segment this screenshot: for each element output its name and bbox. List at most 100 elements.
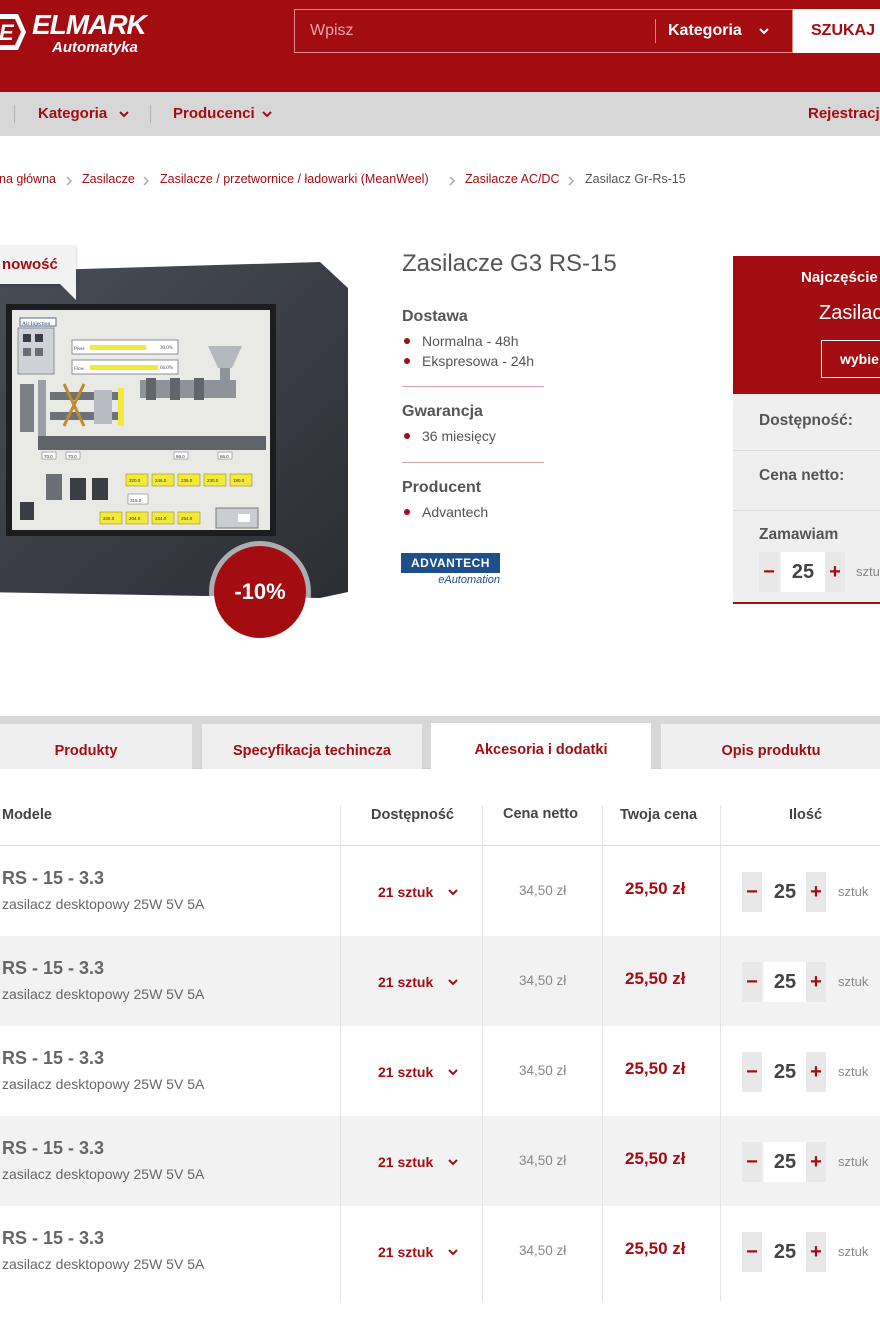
model-name[interactable]: RS - 15 - 3.3 bbox=[2, 868, 104, 889]
chevron-down-icon[interactable] bbox=[447, 886, 459, 898]
choose-button[interactable]: wybie bbox=[821, 340, 880, 378]
divider bbox=[733, 450, 880, 451]
increment-button[interactable]: + bbox=[806, 872, 826, 912]
tabs: Produkty Specyfikacja techincza Akcesori… bbox=[0, 716, 880, 770]
quantity-input[interactable]: 25 bbox=[764, 1232, 806, 1272]
quantity-input[interactable]: 25 bbox=[764, 1052, 806, 1092]
delivery-heading: Dostawa bbox=[402, 308, 468, 325]
unit-label: sztuk bbox=[838, 884, 869, 899]
unit-label: sztuk bbox=[838, 974, 869, 989]
decrement-button[interactable]: − bbox=[742, 872, 762, 912]
purchase-box-header: Najczęście Zasilac wybie bbox=[733, 256, 880, 394]
column-header-net-price: Cena netto bbox=[503, 806, 578, 822]
logo[interactable]: E ELMARK Automatyka bbox=[0, 6, 186, 62]
brand-logo-bottom: eAutomation bbox=[438, 574, 500, 586]
screen-value: 66.0 bbox=[176, 454, 185, 459]
model-name[interactable]: RS - 15 - 3.3 bbox=[2, 1048, 104, 1069]
chevron-down-icon[interactable] bbox=[447, 1156, 459, 1168]
quantity-input[interactable]: 25 bbox=[764, 872, 806, 912]
chevron-down-icon[interactable] bbox=[758, 25, 770, 37]
breadcrumb-current: Zasilacz Gr-Rs-15 bbox=[585, 172, 686, 186]
quantity-stepper: − 25 + bbox=[759, 552, 847, 592]
tab-specyfikacja[interactable]: Specyfikacja techincza bbox=[202, 724, 422, 769]
purchase-box: Najczęście Zasilac wybie Dostępność: Cen… bbox=[733, 256, 880, 604]
logo-badge-icon: E bbox=[0, 14, 26, 50]
net-price: 34,50 zł bbox=[519, 1063, 567, 1078]
availability-label: Dostępność: bbox=[759, 412, 853, 429]
availability-dropdown[interactable]: 21 sztuk bbox=[378, 884, 433, 900]
search-button[interactable]: SZUKAJ bbox=[793, 9, 880, 53]
your-price: 25,50 zł bbox=[625, 1059, 686, 1078]
screen-value: 70.0 bbox=[44, 454, 53, 459]
decrement-button[interactable]: − bbox=[759, 552, 779, 592]
increment-button[interactable]: + bbox=[806, 1142, 826, 1182]
table-row: RS - 15 - 3.3 zasilacz desktopowy 25W 5V… bbox=[0, 1206, 880, 1296]
quantity-input[interactable]: 25 bbox=[764, 962, 806, 1002]
tab-produkty[interactable]: Produkty bbox=[0, 724, 192, 769]
breadcrumb-item[interactable]: Zasilacze / przetwornice / ładowarki (Me… bbox=[160, 172, 429, 186]
breadcrumb-item-home[interactable]: na główna bbox=[0, 172, 56, 186]
availability-dropdown[interactable]: 21 sztuk bbox=[378, 1244, 433, 1260]
decrement-button[interactable]: − bbox=[742, 1142, 762, 1182]
model-name[interactable]: RS - 15 - 3.3 bbox=[2, 1138, 104, 1159]
screen-value: 205.0 bbox=[103, 516, 115, 521]
logo-subtitle: Automatyka bbox=[52, 39, 138, 56]
tab-akcesoria[interactable]: Akcesoria i dodatki bbox=[431, 723, 651, 770]
your-price: 25,50 zł bbox=[625, 1149, 686, 1168]
screen-value: 230.0 bbox=[207, 478, 219, 483]
availability-dropdown[interactable]: 21 sztuk bbox=[378, 974, 433, 990]
availability-dropdown[interactable]: 21 sztuk bbox=[378, 1154, 433, 1170]
search-category-select[interactable]: Kategoria bbox=[668, 9, 742, 53]
badge-tail bbox=[60, 284, 76, 300]
net-price-label: Cena netto: bbox=[759, 467, 845, 484]
breadcrumb-item[interactable]: Zasilacze AC/DC bbox=[465, 172, 559, 186]
chevron-right-icon bbox=[66, 176, 73, 186]
advantech-logo[interactable]: ADVANTECH eAutomation bbox=[401, 553, 501, 587]
unit-label: sztuk bbox=[838, 1244, 869, 1259]
search-divider bbox=[655, 19, 656, 43]
model-name[interactable]: RS - 15 - 3.3 bbox=[2, 1228, 104, 1249]
register-link[interactable]: Rejestracja bbox=[808, 92, 880, 136]
breadcrumb-item[interactable]: Zasilacze bbox=[82, 172, 135, 186]
screen-value: 204.0 bbox=[129, 516, 141, 521]
product-image[interactable]: Air Injection Press 30.0% Flow 66.0% 70.… bbox=[0, 262, 350, 598]
increment-button[interactable]: + bbox=[806, 1052, 826, 1092]
tab-opis[interactable]: Opis produktu bbox=[661, 724, 880, 769]
screen-value: 66.0 bbox=[220, 454, 229, 459]
quantity-stepper: − 25 + bbox=[742, 1052, 828, 1092]
increment-button[interactable]: + bbox=[806, 1232, 826, 1272]
increment-button[interactable]: + bbox=[806, 962, 826, 1002]
brand-logo-top: ADVANTECH bbox=[401, 553, 500, 573]
divider bbox=[402, 386, 544, 387]
warranty-item: 36 miesięcy bbox=[404, 428, 496, 444]
product-title: Zasilacze G3 RS-15 bbox=[402, 250, 617, 277]
svg-text:E: E bbox=[0, 20, 15, 45]
chevron-down-icon[interactable] bbox=[261, 108, 273, 120]
nav-item-producenci[interactable]: Producenci bbox=[173, 92, 255, 136]
chevron-down-icon[interactable] bbox=[447, 1246, 459, 1258]
column-header-your-price: Twoja cena bbox=[620, 807, 698, 823]
net-price: 34,50 zł bbox=[519, 1153, 567, 1168]
screen-label: Press bbox=[74, 347, 85, 352]
your-price: 25,50 zł bbox=[625, 879, 686, 898]
decrement-button[interactable]: − bbox=[742, 1232, 762, 1272]
chevron-down-icon[interactable] bbox=[447, 1066, 459, 1078]
column-header-availability: Dostępność bbox=[371, 807, 454, 823]
quantity-stepper: − 25 + bbox=[742, 962, 828, 1002]
decrement-button[interactable]: − bbox=[742, 962, 762, 1002]
availability-dropdown[interactable]: 21 sztuk bbox=[378, 1064, 433, 1080]
decrement-button[interactable]: − bbox=[742, 1052, 762, 1092]
divider bbox=[733, 510, 880, 511]
quantity-input[interactable]: 25 bbox=[764, 1142, 806, 1182]
model-name[interactable]: RS - 15 - 3.3 bbox=[2, 958, 104, 979]
chevron-down-icon[interactable] bbox=[447, 976, 459, 988]
column-divider bbox=[340, 805, 341, 1301]
increment-button[interactable]: + bbox=[825, 552, 845, 592]
model-description: zasilacz desktopowy 25W 5V 5A bbox=[2, 986, 205, 1002]
quantity-input[interactable]: 25 bbox=[781, 552, 825, 592]
new-badge: nowość bbox=[0, 246, 76, 284]
chevron-down-icon[interactable] bbox=[118, 108, 130, 120]
producer-heading: Producent bbox=[402, 479, 482, 496]
nav-item-kategoria[interactable]: Kategoria bbox=[38, 92, 107, 136]
nav-divider bbox=[150, 105, 151, 123]
